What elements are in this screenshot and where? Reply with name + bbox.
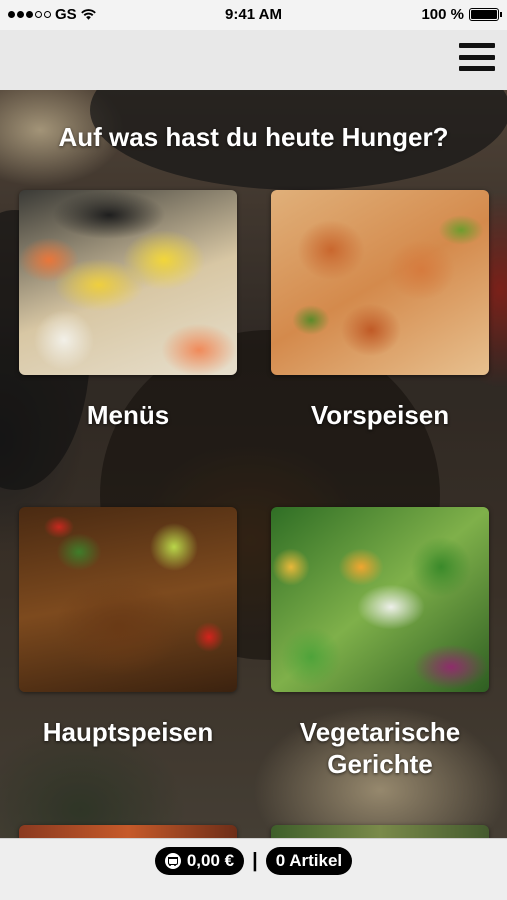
- category-label: Vorspeisen: [310, 400, 450, 430]
- category-screen: Auf was hast du heute Hunger? Menüs Vors…: [0, 90, 507, 838]
- category-label: Menüs: [86, 400, 170, 430]
- category-hauptspeisen[interactable]: Hauptspeisen: [19, 507, 237, 748]
- sushi-image: [19, 190, 237, 375]
- status-bar: GS 9:41 AM 100 %: [0, 0, 507, 30]
- cart-item-count: 0 Artikel: [275, 851, 343, 870]
- shrimp-image: [271, 190, 489, 375]
- category-vorspeisen[interactable]: Vorspeisen: [271, 190, 489, 431]
- hamburger-icon: [459, 43, 495, 48]
- partial-food-image: [271, 825, 489, 838]
- category-label: Vegetarische Gerichte: [299, 717, 461, 779]
- category-menus[interactable]: Menüs: [19, 190, 237, 431]
- cart-total-button[interactable]: 0,00 €: [154, 847, 245, 875]
- cart-icon: [164, 853, 181, 869]
- cart-separator: |: [252, 849, 258, 872]
- battery-icon: [469, 8, 502, 21]
- hamburger-menu-button[interactable]: [459, 41, 495, 73]
- battery-percent: 100 %: [421, 6, 464, 23]
- cart-items-button[interactable]: 0 Artikel: [265, 847, 353, 875]
- category-partial-right[interactable]: [271, 825, 489, 838]
- navigation-bar: [0, 30, 507, 90]
- partial-food-image: [19, 825, 237, 838]
- category-vegetarische-gerichte[interactable]: Vegetarische Gerichte: [271, 507, 489, 780]
- cart-bar: 0,00 € | 0 Artikel: [0, 838, 507, 900]
- noodles-image: [19, 507, 237, 692]
- category-partial-left[interactable]: [19, 825, 237, 838]
- page-heading: Auf was hast du heute Hunger?: [58, 122, 449, 152]
- battery-status: 100 %: [421, 6, 502, 23]
- vegetables-image: [271, 507, 489, 692]
- category-label: Hauptspeisen: [42, 717, 214, 747]
- cart-total: 0,00 €: [186, 851, 235, 870]
